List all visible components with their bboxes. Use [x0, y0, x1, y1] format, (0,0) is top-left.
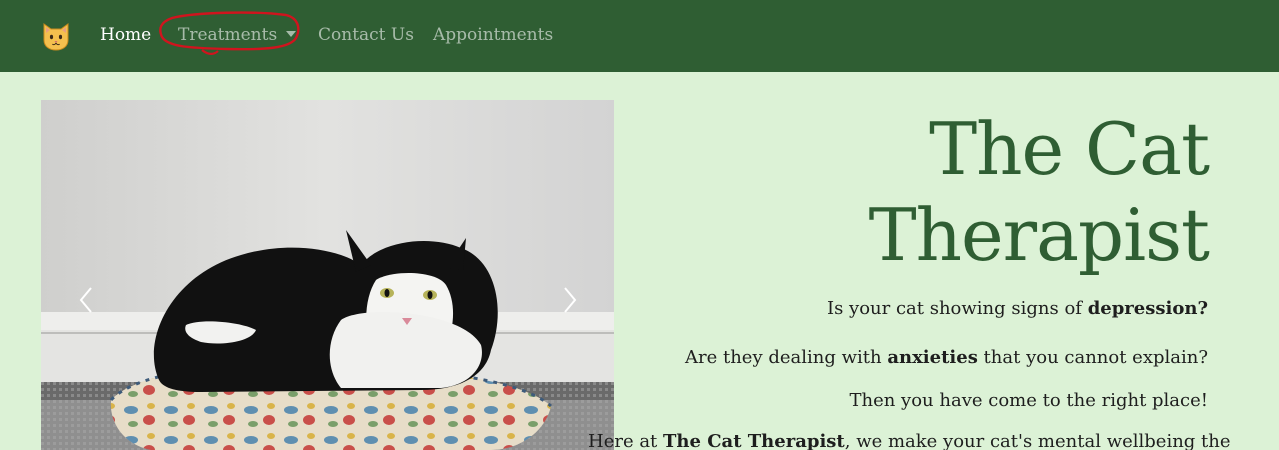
- image-carousel: [41, 100, 614, 450]
- carousel-prev-button[interactable]: [67, 280, 107, 320]
- hero-paragraph-right-place: Then you have come to the right place!: [588, 389, 1208, 413]
- p2-bold: anxieties: [887, 347, 978, 368]
- p1-bold: depression?: [1087, 298, 1208, 319]
- hero-paragraph-depression: Is your cat showing signs of depression?: [588, 297, 1208, 321]
- nav-contact-label: Contact Us: [318, 25, 414, 45]
- p4-text-post: , we make your cat's mental wellbeing th…: [844, 431, 1231, 450]
- p2-text-pre: Are they dealing with: [684, 347, 888, 368]
- navbar: Home Treatments Contact Us Appointments: [0, 0, 1279, 72]
- cat-photo: [41, 100, 614, 450]
- page-title-line2: Therapist: [868, 193, 1210, 277]
- cat-face-icon[interactable]: [40, 20, 72, 52]
- p2-text-post: that you cannot explain?: [977, 347, 1208, 368]
- caret-down-icon: [286, 31, 297, 37]
- hero-paragraph-intro: Here at The Cat Therapist, we make your …: [588, 430, 1231, 450]
- chevron-right-icon: [564, 287, 577, 313]
- nav-treatments-dropdown[interactable]: Treatments: [178, 24, 297, 46]
- nav-appointments[interactable]: Appointments: [433, 24, 553, 46]
- nav-treatments-label: Treatments: [178, 25, 278, 45]
- p4-text-pre: Here at: [588, 431, 664, 450]
- nav-home-label: Home: [100, 25, 152, 45]
- p4-bold: The Cat Therapist: [663, 431, 845, 450]
- p1-text: Is your cat showing signs of: [826, 298, 1088, 319]
- carousel-next-button[interactable]: [549, 280, 589, 320]
- nav-home[interactable]: Home: [100, 24, 151, 46]
- nav-appointments-label: Appointments: [433, 25, 554, 45]
- page-title: The Cat Therapist: [649, 106, 1210, 278]
- nav-contact-us[interactable]: Contact Us: [318, 24, 414, 46]
- page-title-line1: The Cat: [929, 107, 1210, 191]
- hero-paragraph-anxieties: Are they dealing with anxieties that you…: [588, 346, 1208, 370]
- p3-text: Then you have come to the right place!: [849, 390, 1208, 411]
- chevron-left-icon: [79, 287, 92, 313]
